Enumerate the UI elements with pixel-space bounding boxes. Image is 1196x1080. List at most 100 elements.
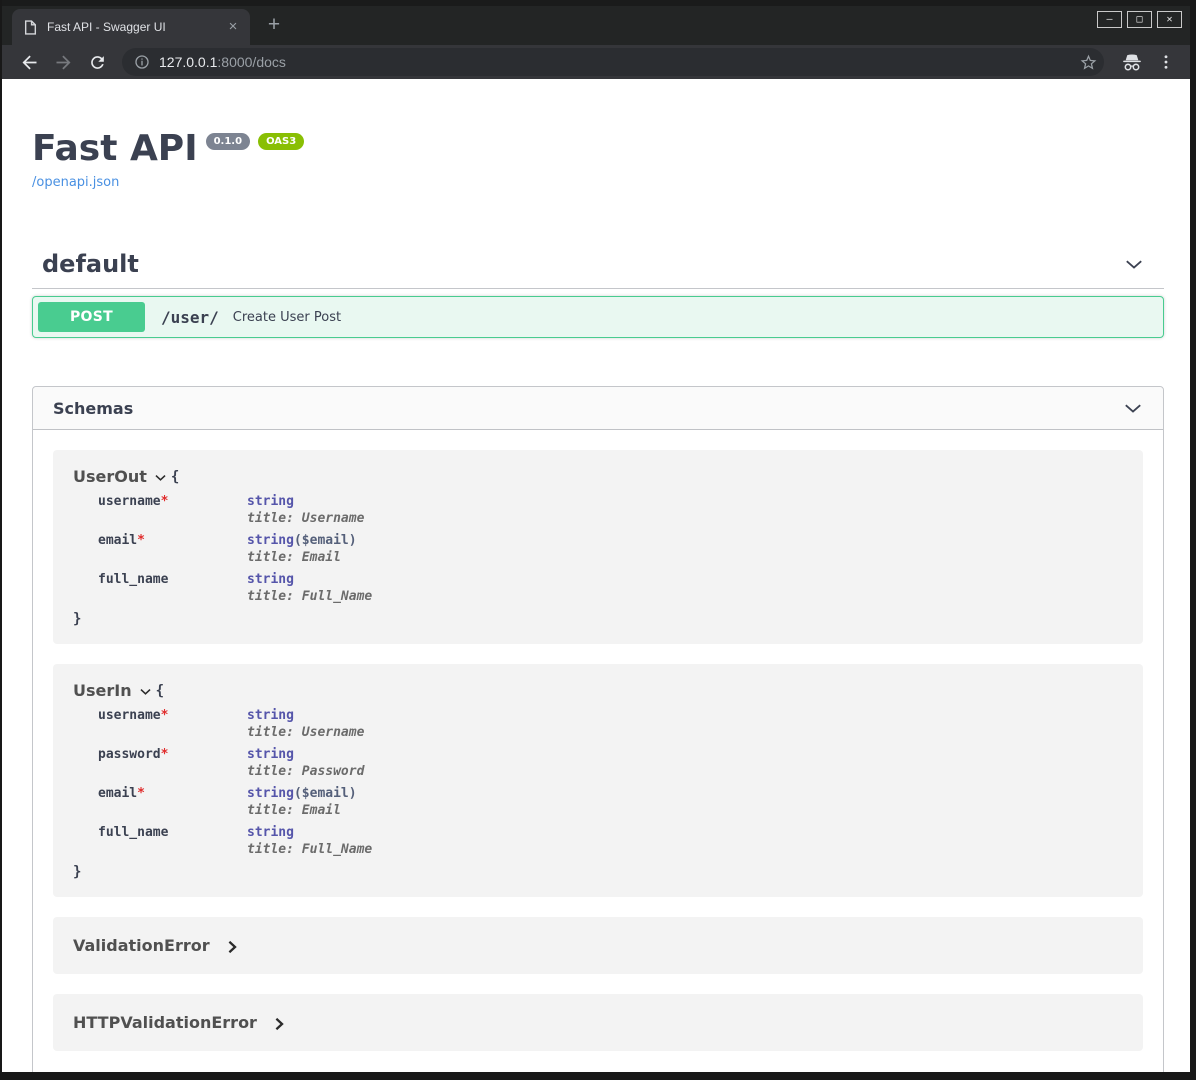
property-title: title: Email <box>247 803 357 818</box>
forward-button[interactable] <box>50 49 76 75</box>
property-name: full_name <box>98 572 247 604</box>
required-star: * <box>161 494 169 509</box>
chevron-down-icon[interactable] <box>139 685 152 698</box>
browser-toolbar: 127.0.0.1:8000/docs <box>2 45 1190 79</box>
property-title: title: Full_Name <box>247 589 372 604</box>
url-bar[interactable]: 127.0.0.1:8000/docs <box>122 48 1104 76</box>
browser-tab[interactable]: Fast API - Swagger UI × <box>12 9 250 45</box>
endpoint-summary: Create User Post <box>229 310 341 325</box>
method-badge: POST <box>38 302 145 332</box>
property-type: string <box>247 572 294 587</box>
property-type: string <box>247 708 294 723</box>
url-path: :8000/docs <box>217 54 286 70</box>
required-star: * <box>137 786 145 801</box>
property-name: email* <box>98 786 247 818</box>
chevron-down-icon[interactable] <box>1124 254 1144 274</box>
property-name: password* <box>98 747 247 779</box>
property-type: string <box>247 747 294 762</box>
schemas-header[interactable]: Schemas <box>33 387 1163 430</box>
property-name: username* <box>98 494 247 526</box>
property-type: string <box>247 786 294 801</box>
close-brace: } <box>73 611 1123 627</box>
titlebar: Fast API - Swagger UI × + – □ ✕ <box>2 0 1190 45</box>
property-name: username* <box>98 708 247 740</box>
property-title: title: Full_Name <box>247 842 372 857</box>
open-brace: { <box>156 683 164 699</box>
model-userin: UserIn { username* string tit <box>53 664 1143 897</box>
model-httpvalidationerror[interactable]: HTTPValidationError <box>53 994 1143 1051</box>
document-icon <box>24 20 37 35</box>
open-brace: { <box>171 469 179 485</box>
model-userin-header[interactable]: UserIn { <box>73 681 1123 700</box>
window-controls: – □ ✕ <box>1097 11 1182 28</box>
model-userout-header[interactable]: UserOut { <box>73 467 1123 486</box>
tag-section-default: default POST /user/ Create User Post <box>32 240 1164 338</box>
required-star: * <box>161 747 169 762</box>
property-detail: string($email) title: Email <box>247 533 357 565</box>
maximize-button[interactable]: □ <box>1127 11 1152 28</box>
model-title: UserOut <box>73 467 147 486</box>
incognito-icon <box>1121 53 1143 72</box>
schemas-body: UserOut { username* string ti <box>33 430 1163 1072</box>
property-detail: string($email) title: Email <box>247 786 357 818</box>
property-row: full_name string title: Full_Name <box>98 825 1123 857</box>
property-type: string <box>247 494 294 509</box>
property-type: string <box>247 825 294 840</box>
chevron-right-icon[interactable] <box>226 940 238 954</box>
property-name: email* <box>98 533 247 565</box>
property-row: email* string($email) title: Email <box>98 786 1123 818</box>
property-row: username* string title: Username <box>98 708 1123 740</box>
model-title: HTTPValidationError <box>73 1013 257 1032</box>
chevron-down-icon[interactable] <box>1123 398 1143 418</box>
close-button[interactable]: ✕ <box>1157 11 1182 28</box>
back-button[interactable] <box>16 49 42 75</box>
property-detail: string title: Full_Name <box>247 572 372 604</box>
chevron-right-icon[interactable] <box>273 1017 285 1031</box>
property-detail: string title: Password <box>247 747 364 779</box>
url-host: 127.0.0.1 <box>159 54 217 70</box>
back-icon <box>19 52 40 73</box>
required-star: * <box>137 533 145 548</box>
property-format: ($email) <box>294 786 357 801</box>
property-title: title: Username <box>247 725 364 740</box>
property-format: ($email) <box>294 533 357 548</box>
property-name: full_name <box>98 825 247 857</box>
model-userout: UserOut { username* string ti <box>53 450 1143 644</box>
tab-close-icon[interactable]: × <box>224 18 242 36</box>
model-title: UserIn <box>73 681 132 700</box>
url-text[interactable]: 127.0.0.1:8000/docs <box>159 54 1079 70</box>
property-row: username* string title: Username <box>98 494 1123 526</box>
info-icon[interactable] <box>134 54 150 70</box>
chevron-down-icon[interactable] <box>154 471 167 484</box>
bookmark-star-icon[interactable] <box>1079 53 1098 72</box>
page-title: Fast API <box>32 129 198 169</box>
opblock-post-user: POST /user/ Create User Post <box>32 296 1164 338</box>
minimize-button[interactable]: – <box>1097 11 1122 28</box>
tag-header-default[interactable]: default <box>32 240 1164 289</box>
swagger-page: Fast API 0.1.0 OAS3 /openapi.json defaul… <box>2 79 1190 1072</box>
browser-menu-button[interactable] <box>1152 48 1180 76</box>
new-tab-button[interactable]: + <box>262 14 286 38</box>
property-detail: string title: Username <box>247 708 364 740</box>
property-detail: string title: Full_Name <box>247 825 372 857</box>
schemas-title: Schemas <box>53 399 133 418</box>
property-detail: string title: Username <box>247 494 364 526</box>
model-validationerror[interactable]: ValidationError <box>53 917 1143 974</box>
endpoint-path: /user/ <box>145 308 229 327</box>
property-type: string <box>247 533 294 548</box>
property-row: full_name string title: Full_Name <box>98 572 1123 604</box>
forward-icon <box>53 52 74 73</box>
model-title: ValidationError <box>73 936 210 955</box>
property-row: email* string($email) title: Email <box>98 533 1123 565</box>
version-badge: 0.1.0 <box>206 133 250 150</box>
openapi-spec-link[interactable]: /openapi.json <box>32 175 119 190</box>
reload-button[interactable] <box>84 49 110 75</box>
kebab-menu-icon <box>1157 53 1175 71</box>
incognito-indicator <box>1118 48 1146 76</box>
required-star: * <box>161 708 169 723</box>
property-title: title: Username <box>247 511 364 526</box>
oas3-badge: OAS3 <box>258 133 304 150</box>
schemas-section: Schemas UserOut { <box>32 386 1164 1072</box>
opblock-summary[interactable]: POST /user/ Create User Post <box>33 297 1163 337</box>
browser-window: Fast API - Swagger UI × + – □ ✕ <box>2 0 1190 1072</box>
